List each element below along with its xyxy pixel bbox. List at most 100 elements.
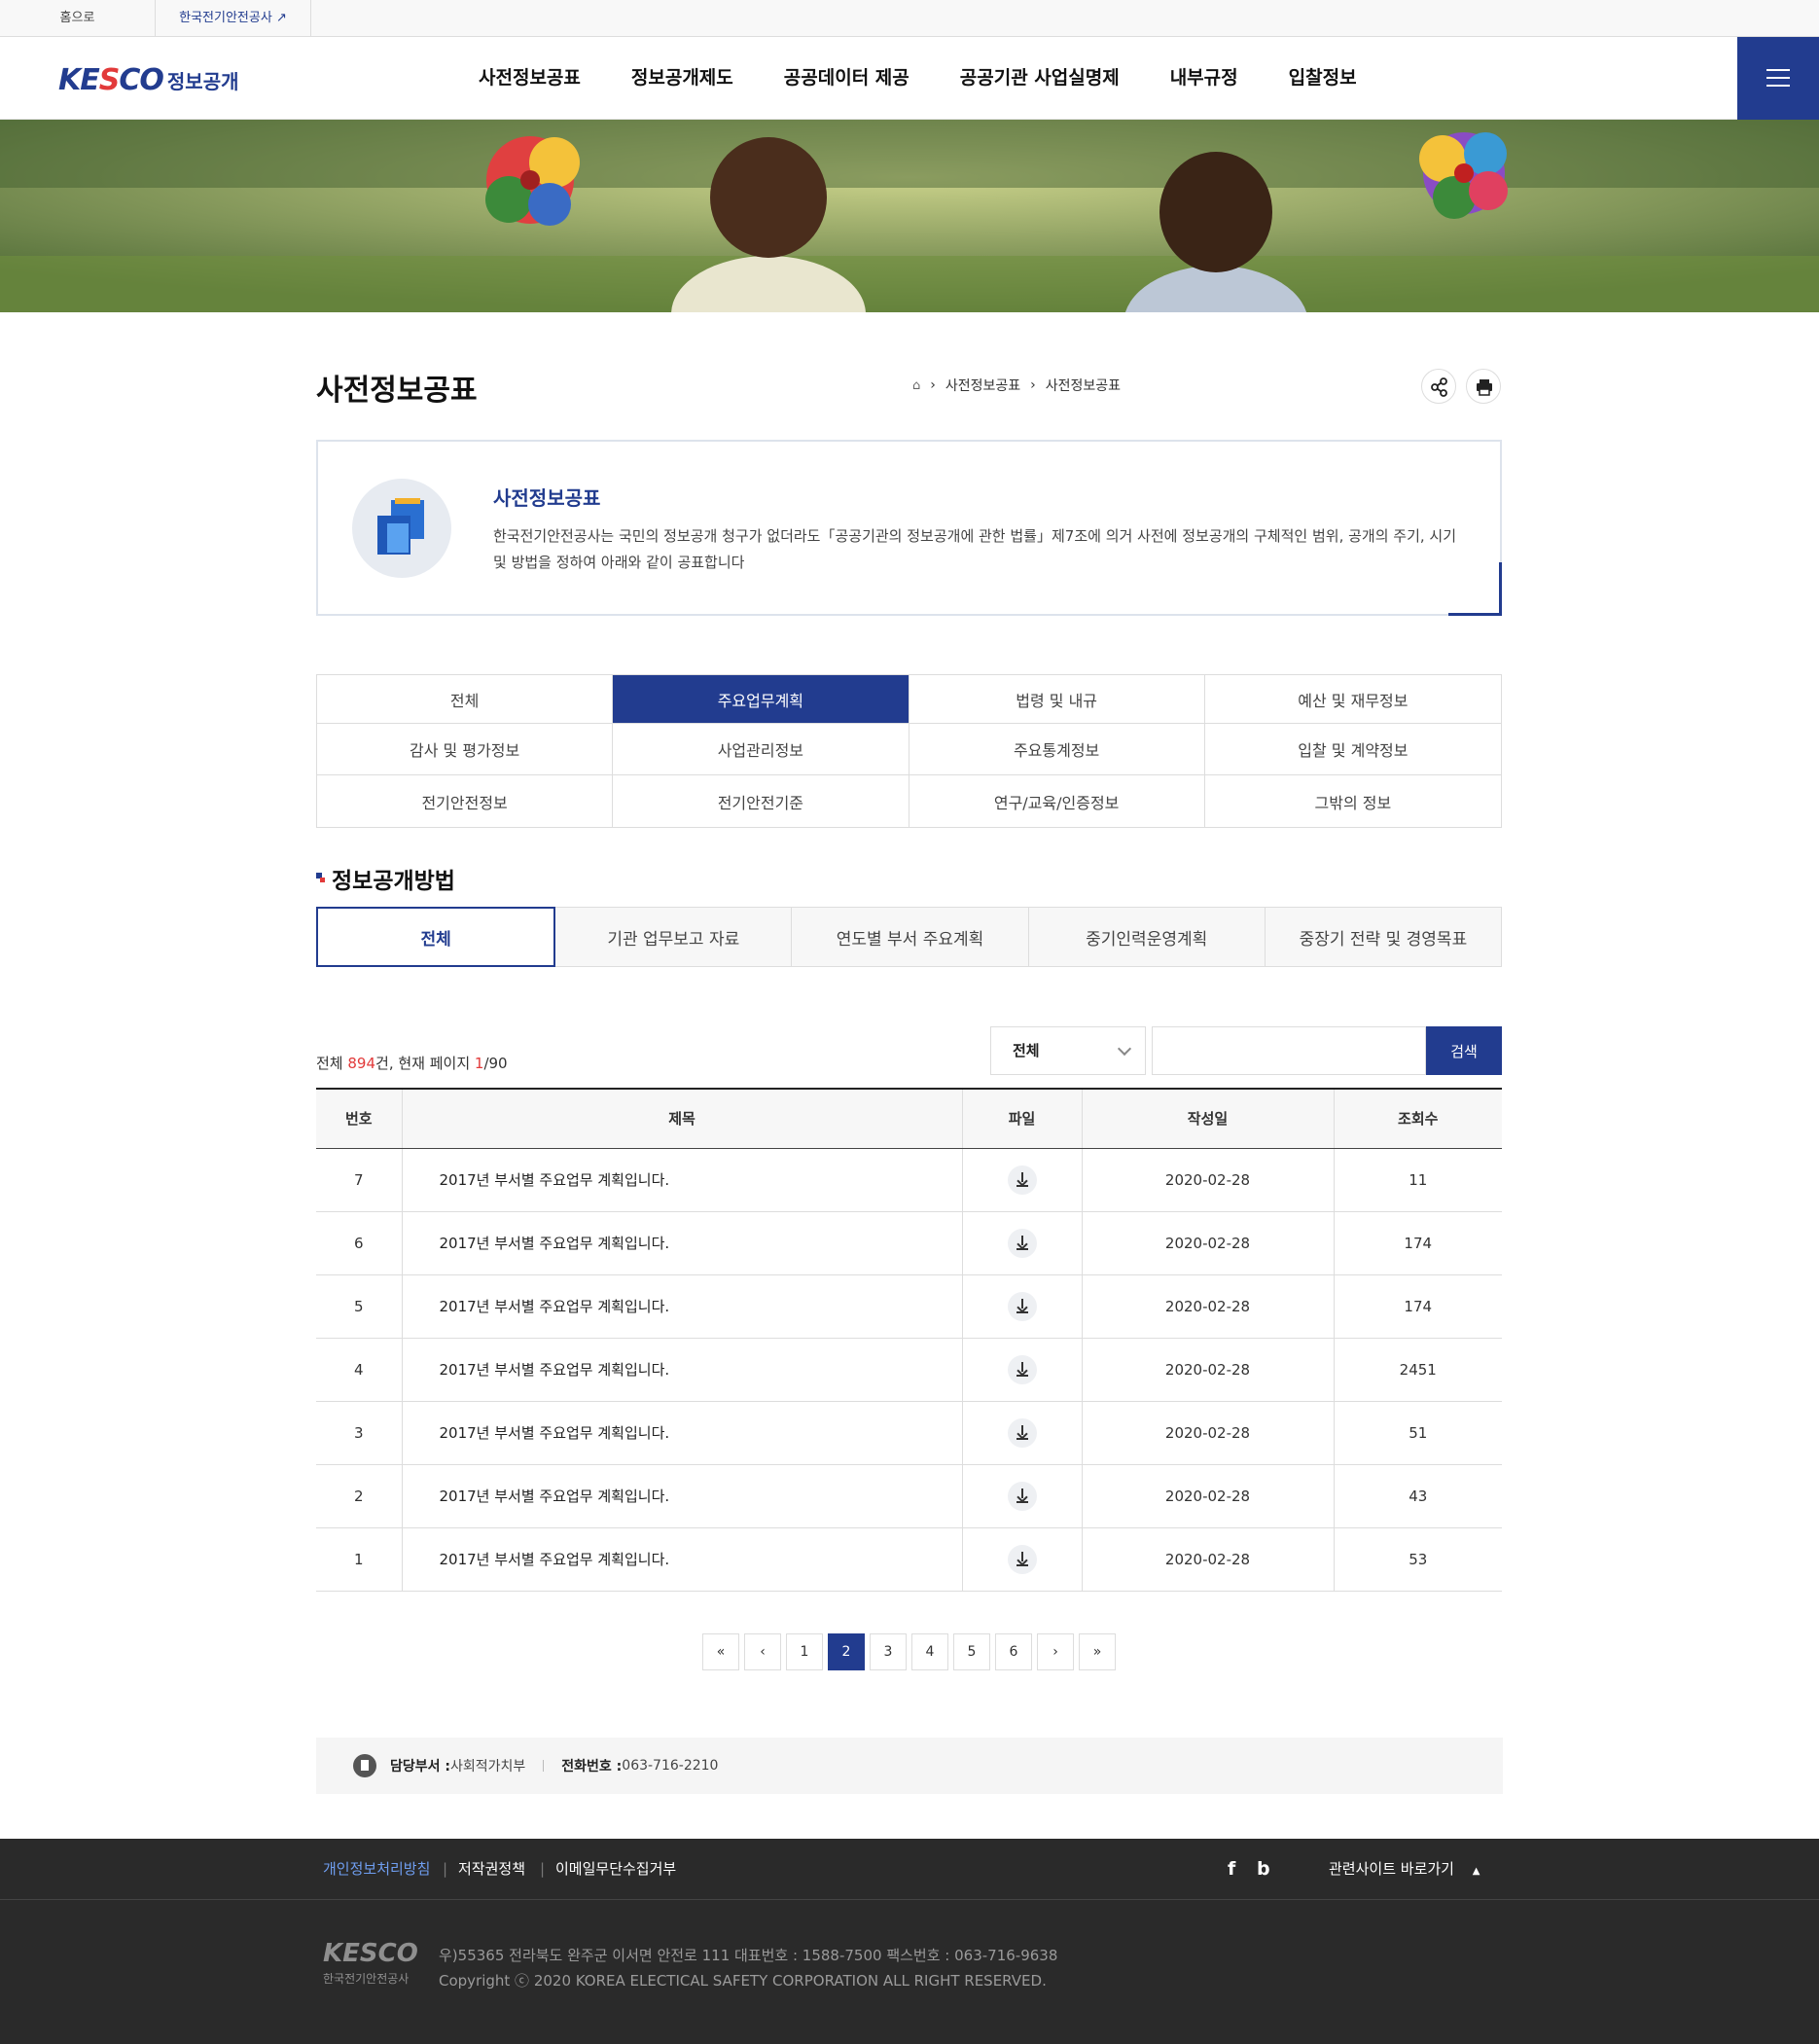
row-title[interactable]: 2017년 부서별 주요업무 계획입니다. <box>402 1338 963 1402</box>
facebook-icon[interactable]: f <box>1228 1839 1235 1900</box>
home-icon[interactable]: ⌂ <box>912 378 920 393</box>
tab-work-report[interactable]: 기관 업무보고 자료 <box>555 907 793 967</box>
result-summary: 전체 894건, 현재 페이지 1/90 <box>316 1053 508 1073</box>
nav-item-public-data[interactable]: 공공데이터 제공 <box>784 37 910 120</box>
download-icon[interactable] <box>1007 1165 1037 1195</box>
hero-banner <box>0 120 1819 312</box>
section-title-text: 정보공개방법 <box>332 869 455 894</box>
row-title[interactable]: 2017년 부서별 주요업무 계획입니다. <box>402 1274 963 1339</box>
page-number[interactable]: 5 <box>953 1633 990 1670</box>
related-sites-dropdown[interactable]: 관련사이트 바로가기 ▲ <box>1329 1839 1480 1900</box>
footer-logo-text: 한국전기안전공사 <box>323 1972 410 1986</box>
search-input[interactable] <box>1152 1026 1426 1075</box>
nav-item-pre-disclosure[interactable]: 사전정보공표 <box>479 37 581 120</box>
double-chevron-left-icon: « <box>716 1644 726 1660</box>
page-number[interactable]: 3 <box>870 1633 907 1670</box>
download-icon[interactable] <box>1007 1544 1037 1574</box>
next-page-button[interactable]: › <box>1037 1633 1074 1670</box>
blog-icon[interactable]: b <box>1257 1839 1270 1900</box>
tab-yearly-plan[interactable]: 연도별 부서 주요계획 <box>792 907 1029 967</box>
page-number[interactable]: 6 <box>995 1633 1032 1670</box>
category-electrical-safety[interactable]: 전기안전정보 <box>317 775 614 827</box>
chevron-right-icon: › <box>1052 1644 1058 1660</box>
related-sites-label: 관련사이트 바로가기 <box>1329 1860 1454 1878</box>
table-row: 7 2017년 부서별 주요업무 계획입니다. 2020-02-28 11 <box>316 1148 1502 1212</box>
row-title[interactable]: 2017년 부서별 주요업무 계획입니다. <box>402 1401 963 1465</box>
search-button[interactable]: 검색 <box>1426 1026 1502 1075</box>
menu-button[interactable] <box>1737 37 1819 120</box>
category-audit[interactable]: 감사 및 평가정보 <box>317 724 614 775</box>
header-date: 작성일 <box>1082 1089 1335 1149</box>
share-button[interactable] <box>1421 369 1456 404</box>
data-table: 번호 제목 파일 작성일 조회수 7 2017년 부서별 주요업무 계획입니다.… <box>316 1088 1502 1592</box>
row-views: 174 <box>1334 1211 1502 1275</box>
row-title[interactable]: 2017년 부서별 주요업무 계획입니다. <box>402 1211 963 1275</box>
row-date: 2020-02-28 <box>1082 1401 1335 1465</box>
row-file <box>962 1401 1083 1465</box>
row-views: 2451 <box>1334 1338 1502 1402</box>
tab-all[interactable]: 전체 <box>316 907 556 967</box>
row-date: 2020-02-28 <box>1082 1338 1335 1402</box>
category-other[interactable]: 그밖의 정보 <box>1205 775 1501 827</box>
chevron-right-icon: › <box>1030 377 1036 393</box>
category-laws[interactable]: 법령 및 내규 <box>909 675 1205 724</box>
last-page-button[interactable]: » <box>1079 1633 1116 1670</box>
share-icon <box>1431 377 1447 397</box>
row-no: 2 <box>316 1464 403 1528</box>
tab-workforce-plan[interactable]: 중기인력운영계획 <box>1028 907 1266 967</box>
privacy-policy-link[interactable]: 개인정보처리방침 <box>323 1839 430 1900</box>
download-icon[interactable] <box>1007 1228 1037 1258</box>
nav-item-disclosure-system[interactable]: 정보공개제도 <box>631 37 733 120</box>
download-icon[interactable] <box>1007 1354 1037 1384</box>
home-link[interactable]: 홈으로 <box>0 0 156 37</box>
print-button[interactable] <box>1466 369 1501 404</box>
row-title[interactable]: 2017년 부서별 주요업무 계획입니다. <box>402 1148 963 1212</box>
category-bid-contract[interactable]: 입찰 및 계약정보 <box>1204 724 1501 775</box>
category-all[interactable]: 전체 <box>317 675 614 724</box>
search-type-select[interactable]: 전체 <box>990 1026 1146 1075</box>
category-major-work-plan[interactable]: 주요업무계획 <box>613 675 910 724</box>
row-file <box>962 1274 1083 1339</box>
phone-number: 063-716-2210 <box>622 1758 719 1774</box>
divider: | <box>443 1860 448 1878</box>
intro-box: 사전정보공표 한국전기안전공사는 국민의 정보공개 청구가 없더라도「공공기관의… <box>316 440 1502 616</box>
logo[interactable]: KESCO 정보공개 <box>58 62 239 97</box>
nav-item-bid-info[interactable]: 입찰정보 <box>1289 37 1357 120</box>
download-icon[interactable] <box>1007 1417 1037 1448</box>
table-row: 3 2017년 부서별 주요업무 계획입니다. 2020-02-28 51 <box>316 1401 1502 1465</box>
category-statistics[interactable]: 주요통계정보 <box>909 724 1205 775</box>
intro-heading: 사전정보공표 <box>493 486 601 510</box>
email-refusal-link[interactable]: 이메일무단수집거부 <box>555 1839 676 1900</box>
first-page-button[interactable]: « <box>702 1633 739 1670</box>
category-budget[interactable]: 예산 및 재무정보 <box>1204 675 1501 724</box>
copyright-policy-link[interactable]: 저작권정책 <box>458 1839 525 1900</box>
download-icon[interactable] <box>1007 1481 1037 1511</box>
prev-page-button[interactable]: ‹ <box>744 1633 781 1670</box>
intro-text: 한국전기안전공사는 국민의 정보공개 청구가 없더라도「공공기관의 정보공개에 … <box>493 527 1457 571</box>
row-file <box>962 1148 1083 1212</box>
chevron-right-icon: › <box>930 377 936 393</box>
header-title: 제목 <box>402 1089 963 1149</box>
page-number[interactable]: 1 <box>786 1633 823 1670</box>
page-number[interactable]: 4 <box>911 1633 948 1670</box>
document-icon <box>353 1754 376 1777</box>
row-title[interactable]: 2017년 부서별 주요업무 계획입니다. <box>402 1527 963 1592</box>
footer-logo-mark: KESCO <box>323 1939 418 1968</box>
kesco-link[interactable]: 한국전기안전공사 ↗ <box>156 0 311 37</box>
row-title[interactable]: 2017년 부서별 주요업무 계획입니다. <box>402 1464 963 1528</box>
page-number-current[interactable]: 2 <box>828 1633 865 1670</box>
category-research[interactable]: 연구/교육/인증정보 <box>910 775 1205 827</box>
download-icon[interactable] <box>1007 1291 1037 1321</box>
tab-strategy[interactable]: 중장기 전략 및 경영목표 <box>1265 907 1503 967</box>
logo-mark-accent: S <box>98 62 121 97</box>
row-no: 3 <box>316 1401 403 1465</box>
category-project-mgmt[interactable]: 사업관리정보 <box>613 724 910 775</box>
hamburger-icon-bar <box>1766 69 1790 71</box>
breadcrumb-item[interactable]: 사전정보공표 <box>1046 376 1121 395</box>
category-safety-standard[interactable]: 전기안전기준 <box>613 775 910 827</box>
row-no: 5 <box>316 1274 403 1339</box>
print-icon <box>1477 379 1492 396</box>
nav-item-project-realname[interactable]: 공공기관 사업실명제 <box>960 37 1120 120</box>
breadcrumb-item[interactable]: 사전정보공표 <box>945 376 1020 395</box>
nav-item-internal-rules[interactable]: 내부규정 <box>1170 37 1238 120</box>
